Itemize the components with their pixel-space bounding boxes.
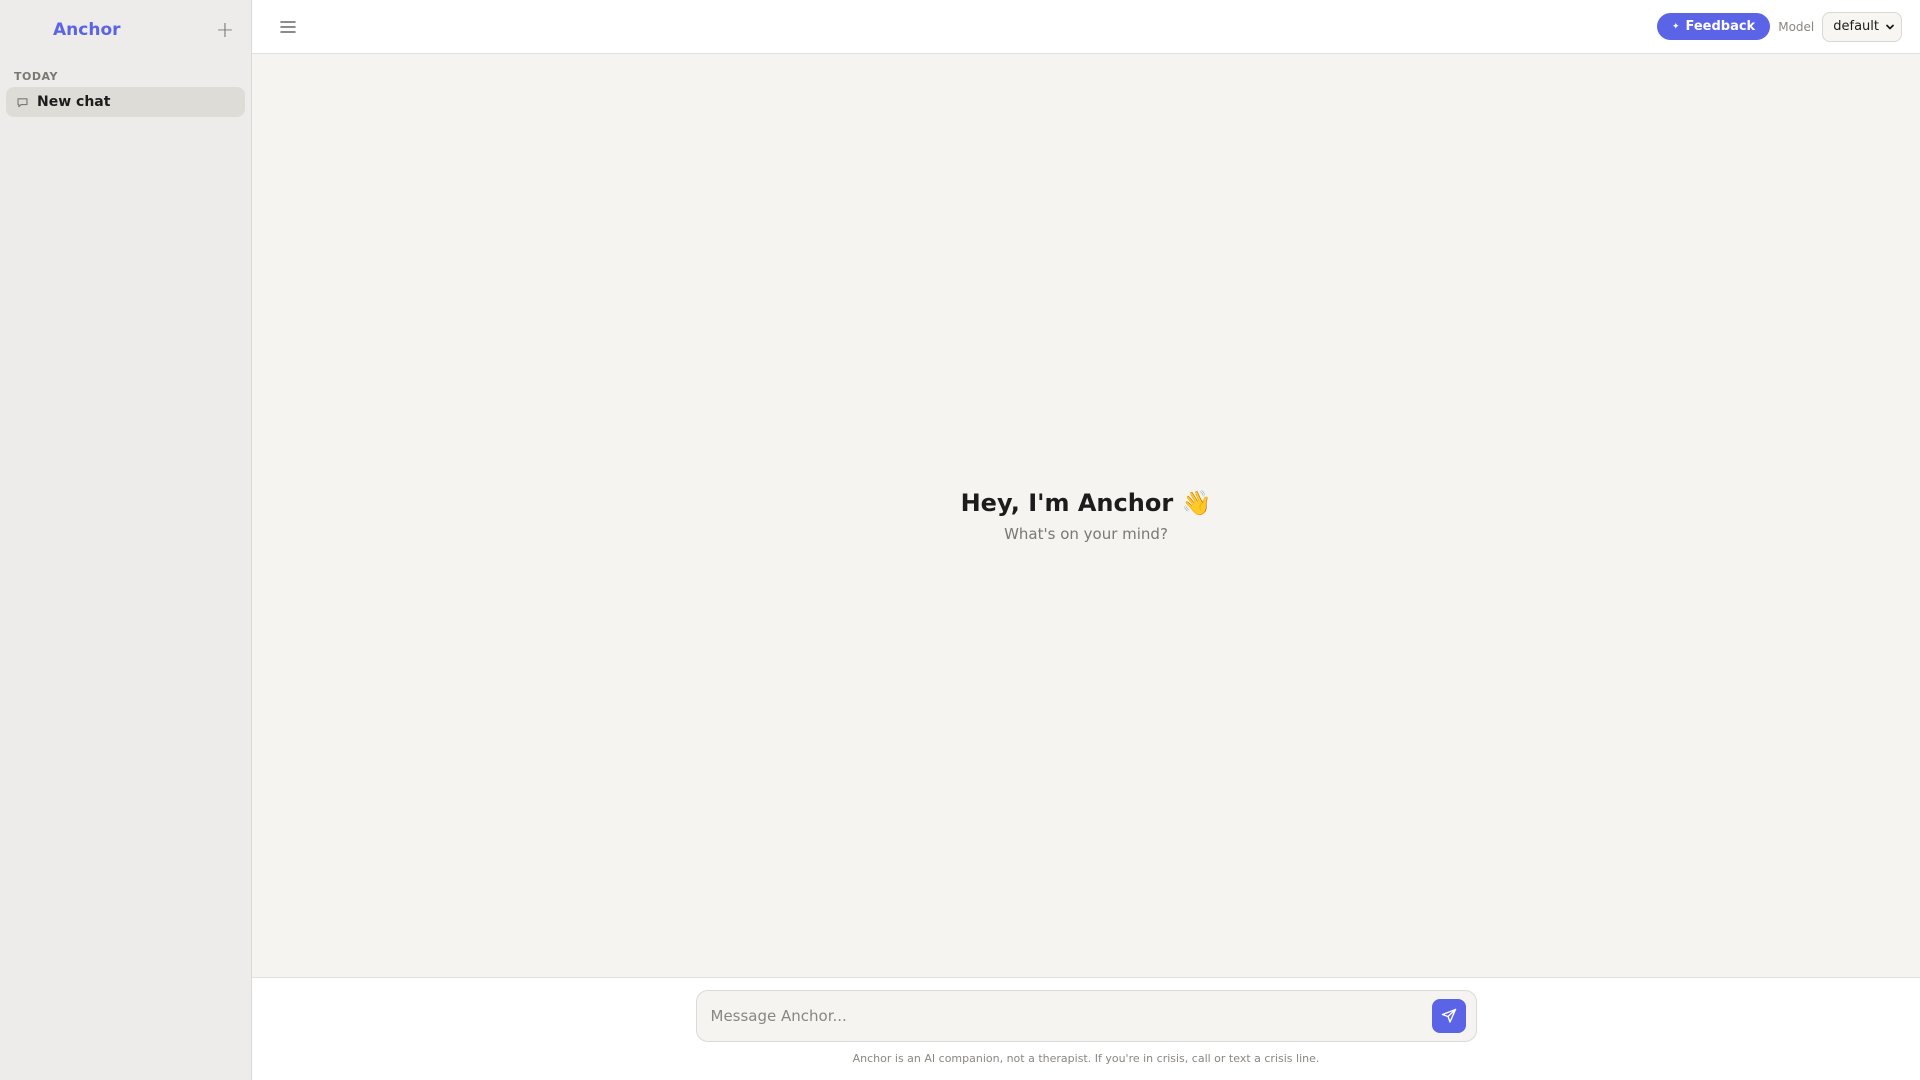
model-select[interactable]: default <box>1822 11 1902 42</box>
greeting-subtitle: What's on your mind? <box>1004 524 1168 543</box>
chevron-down-icon <box>1885 22 1895 32</box>
conversation-area: Hey, I'm Anchor 👋 What's on your mind? <box>252 54 1920 977</box>
topbar-right: ✦ Feedback Model default <box>1656 11 1902 42</box>
sparkle-icon: ✦ <box>1671 21 1680 32</box>
app-root: Anchor + TODAY New chat ✦ Feedback Model… <box>0 0 1920 1080</box>
composer <box>695 990 1477 1042</box>
hamburger-icon[interactable] <box>276 15 300 39</box>
feedback-button[interactable]: ✦ Feedback <box>1656 13 1771 40</box>
model-select-value: default <box>1833 19 1879 34</box>
topbar: ✦ Feedback Model default <box>252 0 1920 54</box>
brand-logo-text[interactable]: Anchor <box>53 20 121 40</box>
sidebar-item-new-chat[interactable]: New chat <box>6 87 245 117</box>
feedback-label: Feedback <box>1685 19 1756 34</box>
send-button[interactable] <box>1431 999 1466 1033</box>
send-icon <box>1441 1008 1456 1023</box>
sidebar: Anchor + TODAY New chat <box>0 0 252 1080</box>
message-input[interactable] <box>710 1007 1432 1025</box>
sidebar-header: Anchor + <box>0 0 251 60</box>
model-label: Model <box>1778 19 1815 34</box>
section-label-today: TODAY <box>14 70 58 83</box>
composer-area: Anchor is an AI companion, not a therapi… <box>252 977 1920 1080</box>
sidebar-item-label: New chat <box>37 94 111 110</box>
disclaimer-text: Anchor is an AI companion, not a therapi… <box>852 1052 1320 1065</box>
main-panel: ✦ Feedback Model default Hey, I'm Anchor… <box>252 0 1920 1080</box>
greeting-heading: Hey, I'm Anchor 👋 <box>960 488 1212 517</box>
chat-bubble-icon <box>16 96 29 109</box>
plus-icon[interactable]: + <box>213 18 237 43</box>
